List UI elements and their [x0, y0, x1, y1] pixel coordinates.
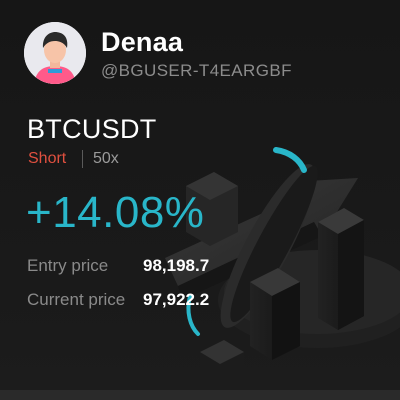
- current-price-value: 97,922.2: [143, 290, 210, 309]
- leverage: 50x: [93, 150, 119, 167]
- entry-price-label: Entry price: [27, 256, 109, 275]
- entry-price-value: 98,198.7: [143, 256, 210, 275]
- user-handle: @BGUSER-T4EARGBF: [101, 61, 292, 80]
- user-avatar-icon: [24, 22, 86, 84]
- share-card: Denaa @BGUSER-T4EARGBF BTCUSDT Short 50x…: [0, 0, 400, 400]
- username: Denaa: [101, 27, 184, 57]
- divider: [82, 150, 83, 168]
- avatar[interactable]: [24, 22, 86, 84]
- bottom-strip: [0, 390, 400, 400]
- position-direction: Short: [28, 150, 67, 167]
- pnl-percentage: +14.08%: [26, 188, 205, 237]
- trading-pair: BTCUSDT: [27, 114, 157, 144]
- current-price-label: Current price: [27, 290, 126, 309]
